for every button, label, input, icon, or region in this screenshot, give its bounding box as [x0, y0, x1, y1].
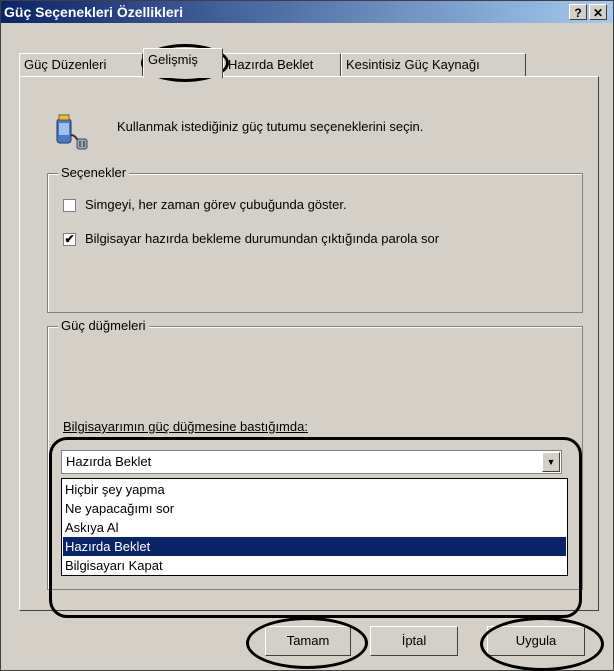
intro-text: Kullanmak istediğiniz güç tutumu seçenek… [117, 119, 424, 134]
options-group-title: Seçenekler [58, 165, 130, 180]
ok-button[interactable]: Tamam [265, 626, 351, 656]
power-button-action-select[interactable]: Hazırda Beklet ▼ [61, 450, 562, 474]
chevron-down-icon[interactable]: ▼ [542, 452, 560, 472]
password-prompt-checkbox[interactable]: ✔ [63, 233, 76, 246]
tab-hazirda-beklet[interactable]: Hazırda Beklet [223, 53, 341, 77]
password-prompt-label: Bilgisayar hazırda bekleme durumundan çı… [85, 231, 440, 246]
power-button-label: Bilgisayarımın güç düğmesine bastığımda: [63, 419, 308, 434]
dialog-window: Güç Seçenekleri Özellikleri ? ✕ Güç Düze… [0, 0, 614, 671]
close-button[interactable]: ✕ [589, 4, 607, 20]
option-bilgisayari-kapat[interactable]: Bilgisayarı Kapat [63, 556, 566, 575]
title-bar[interactable]: Güç Seçenekleri Özellikleri ? ✕ [1, 1, 613, 23]
tab-guc-duzenleri[interactable]: Güç Düzenleri [19, 53, 143, 77]
tab-gelismis[interactable]: Gelişmiş [143, 48, 223, 78]
tab-kesintisiz-guc-kaynagi[interactable]: Kesintisiz Güç Kaynağı [341, 53, 526, 77]
power-action-dropdown-list: Hiçbir şey yapma Ne yapacağımı sor Askıy… [61, 478, 568, 576]
window-title: Güç Seçenekleri Özellikleri [4, 4, 183, 20]
option-ne-yapacagimi-sor[interactable]: Ne yapacağımı sor [63, 499, 566, 518]
power-plug-battery-icon [56, 114, 88, 150]
select-value: Hazırda Beklet [66, 454, 152, 469]
option-askiya-al[interactable]: Askıya Al [63, 518, 566, 537]
apply-button[interactable]: Uygula [487, 626, 585, 656]
power-buttons-group-title: Güç düğmeleri [58, 318, 149, 333]
help-button[interactable]: ? [569, 4, 587, 20]
option-hazirda-beklet[interactable]: Hazırda Beklet [63, 537, 566, 556]
option-hicbir-sey-yapma[interactable]: Hiçbir şey yapma [63, 480, 566, 499]
cancel-button[interactable]: İptal [370, 626, 458, 656]
show-icon-checkbox[interactable] [63, 199, 76, 212]
show-icon-label: Simgeyi, her zaman görev çubuğunda göste… [85, 197, 347, 212]
